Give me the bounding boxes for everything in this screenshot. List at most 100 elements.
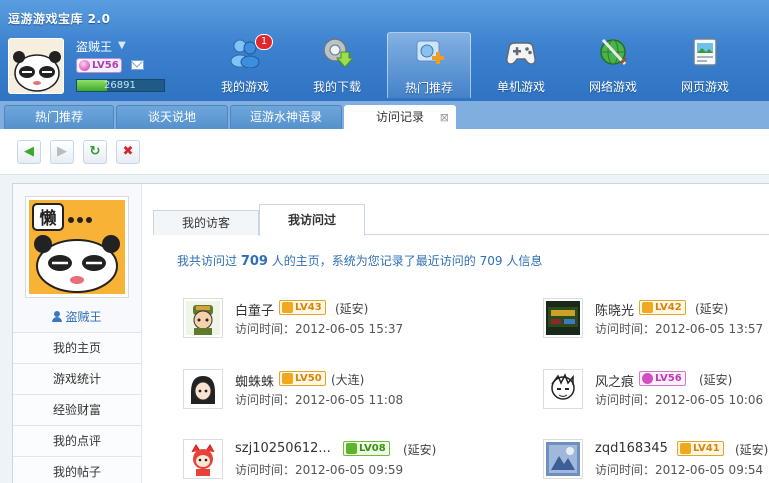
menu-my-posts[interactable]: 我的帖子 — [13, 456, 141, 483]
visitor-level-badge: LV41 — [677, 441, 724, 456]
mail-icon[interactable] — [131, 60, 144, 70]
tab-hot-recommend[interactable]: 热门推荐 — [4, 105, 114, 129]
visitor-item: szj10250612... LV08 (延安) 访问时间：2012-06-05… — [183, 439, 483, 483]
visitor-level: LV42 — [655, 302, 682, 313]
visit-time: 访问时间：2012-06-05 15:37 — [235, 322, 404, 336]
visitor-level-badge: LV08 — [343, 441, 390, 456]
medal-icon — [346, 443, 357, 454]
menu-my-homepage[interactable]: 我的主页 — [13, 332, 141, 363]
exp-value: 26891 — [104, 80, 136, 91]
arrow-right-icon: ▶ — [57, 144, 67, 159]
stop-icon: ✖ — [122, 144, 134, 159]
nav-label: 我的游戏 — [220, 80, 269, 94]
visit-time: 访问时间：2012-06-05 13:57 — [595, 322, 764, 336]
toolbar: ◀ ▶ ↻ ✖ — [0, 129, 769, 175]
medal-icon — [282, 373, 293, 384]
nav-web-games[interactable]: 网页游戏 — [663, 32, 747, 98]
add-window-icon — [416, 40, 444, 64]
profile-name: 盗贼王 — [65, 310, 102, 324]
refresh-icon: ↻ — [89, 144, 101, 159]
back-button[interactable]: ◀ — [17, 140, 41, 164]
summary-suffix: 人信息 — [502, 254, 543, 268]
visitor-avatar[interactable] — [183, 439, 223, 479]
visitor-avatar[interactable] — [543, 439, 583, 479]
menu-exp-wealth[interactable]: 经验财富 — [13, 394, 141, 425]
medal-icon — [642, 302, 653, 313]
visit-subtabs: 我的访客 我访问过 — [153, 204, 769, 236]
app-title: 逗游游戏宝库 2.0 — [8, 12, 111, 26]
nav-label: 单机游戏 — [496, 80, 545, 94]
visitor-name[interactable]: 蜘蛛蛛 — [235, 371, 274, 390]
profile-picture[interactable]: 懒 — [25, 196, 129, 298]
nav-online-games[interactable]: 网络游戏 — [571, 32, 655, 98]
tab-chat[interactable]: 谈天说地 — [116, 105, 228, 129]
tab-quotes[interactable]: 逗游水神语录 — [230, 105, 342, 129]
content-frame: 懒 盗贼王 我的主页 游戏统计 经验财富 我的点评 我的帖子 我的访客 我访问过… — [12, 183, 769, 483]
visitor-level: LV41 — [693, 443, 720, 454]
nav-my-games[interactable]: 1 我的游戏 — [203, 32, 287, 98]
visitor-item: 蜘蛛蛛 LV50 (大连) 访问时间：2012-06-05 11:08 — [183, 369, 483, 419]
username[interactable]: 盗贼王 — [76, 38, 112, 55]
subtab-my-visitors[interactable]: 我的访客 — [153, 210, 259, 235]
nav-hot-recommend[interactable]: 热门推荐 — [387, 32, 471, 98]
user-level-badge: LV56 — [76, 58, 122, 73]
nav-single-games[interactable]: 单机游戏 — [479, 32, 563, 98]
globe-sword-icon — [600, 38, 628, 66]
notification-badge: 1 — [255, 34, 273, 50]
visit-time: 访问时间：2012-06-05 11:08 — [235, 393, 404, 407]
visit-time: 访问时间：2012-06-05 09:59 — [235, 463, 404, 477]
profile-sidebar: 懒 盗贼王 我的主页 游戏统计 经验财富 我的点评 我的帖子 — [13, 184, 142, 483]
visitor-name[interactable]: 陈晓光 — [595, 300, 634, 319]
subtab-visited[interactable]: 我访问过 — [259, 204, 365, 236]
tab-visit-records[interactable]: 访问记录 ⊠ — [344, 105, 456, 129]
profile-name-link[interactable]: 盗贼王 — [13, 308, 141, 325]
visitor-item: 白童子 LV43 (延安) 访问时间：2012-06-05 15:37 — [183, 298, 483, 348]
summary-prefix: 我共访问过 — [177, 254, 241, 268]
gem-icon — [79, 60, 90, 71]
chevron-down-icon[interactable]: ▼ — [118, 40, 126, 51]
summary-middle: 人的主页，系统为您记录了最近访问的 — [267, 254, 480, 268]
gamepad-icon — [506, 42, 536, 65]
visit-summary: 我共访问过 709 人的主页，系统为您记录了最近访问的 709 人信息 — [177, 252, 542, 269]
visitor-name[interactable]: szj10250612... — [235, 441, 331, 456]
visitor-level-badge: LV43 — [279, 300, 326, 315]
nav-label: 热门推荐 — [404, 81, 453, 95]
visitor-level: LV50 — [295, 373, 322, 384]
arrow-left-icon: ◀ — [24, 144, 34, 159]
visitor-level: LV43 — [295, 302, 322, 313]
visitor-location: (延安) — [735, 443, 769, 457]
visitor-avatar[interactable] — [543, 298, 583, 338]
visitor-name[interactable]: 风之痕 — [595, 371, 634, 390]
webpage-icon — [693, 38, 717, 66]
tab-label: 访问记录 — [375, 110, 424, 124]
visitor-level-badge: LV42 — [639, 300, 686, 315]
visitor-item: 陈晓光 LV42 (延安) 访问时间：2012-06-05 13:57 — [543, 298, 769, 348]
visitor-avatar[interactable] — [183, 298, 223, 338]
visitor-location: (延安) — [699, 373, 733, 387]
menu-game-stats[interactable]: 游戏统计 — [13, 363, 141, 394]
visitor-avatar[interactable] — [183, 369, 223, 409]
exp-bar: 26891 — [76, 79, 165, 92]
visitor-level: LV56 — [655, 373, 682, 384]
nav-my-downloads[interactable]: 我的下载 — [295, 32, 379, 98]
app-header: 逗游游戏宝库 2.0 盗贼王 ▼ LV56 26891 1 我的游戏 我的下载 … — [0, 0, 769, 101]
forward-button[interactable]: ▶ — [50, 140, 74, 164]
user-avatar[interactable] — [8, 38, 64, 94]
download-gear-icon — [323, 38, 353, 68]
medal-icon — [680, 443, 691, 454]
close-icon[interactable]: ⊠ — [440, 106, 449, 129]
visitor-location: (延安) — [403, 443, 437, 457]
visitor-name[interactable]: zqd168345 — [595, 441, 668, 456]
tab-bar: 热门推荐 谈天说地 逗游水神语录 访问记录 ⊠ — [0, 101, 769, 129]
visitor-avatar[interactable] — [543, 369, 583, 409]
visitor-location: (延安) — [335, 302, 369, 316]
user-level-text: LV56 — [92, 60, 119, 71]
nav-label: 网络游戏 — [588, 80, 637, 94]
visitor-level: LV08 — [359, 443, 386, 454]
visit-time: 访问时间：2012-06-05 09:54 — [595, 463, 764, 477]
refresh-button[interactable]: ↻ — [83, 140, 107, 164]
menu-my-reviews[interactable]: 我的点评 — [13, 425, 141, 456]
stop-button[interactable]: ✖ — [116, 140, 140, 164]
nav-label: 网页游戏 — [680, 80, 729, 94]
visitor-name[interactable]: 白童子 — [235, 300, 274, 319]
